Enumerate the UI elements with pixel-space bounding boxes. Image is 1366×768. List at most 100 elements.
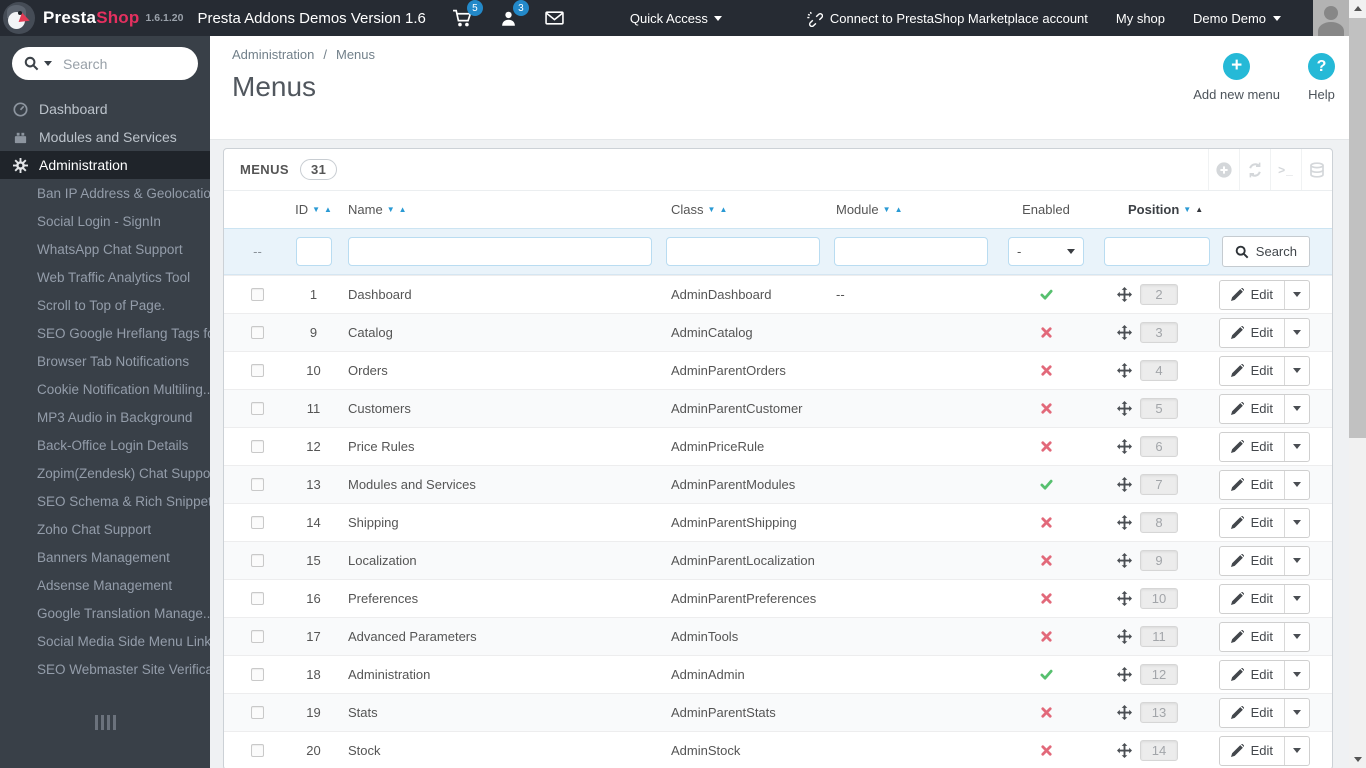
sidebar-subitem[interactable]: SEO Schema & Rich Snippet [0,487,210,515]
row-checkbox[interactable] [251,516,264,529]
sidebar-item-modules[interactable]: Modules and Services [0,123,210,151]
sidebar-subitem[interactable]: Zoho Chat Support [0,515,210,543]
marketplace-link[interactable]: Connect to PrestaShop Marketplace accoun… [806,10,1088,27]
help-button[interactable]: Help [1308,53,1335,102]
sort-asc-icon[interactable] [719,206,727,214]
enabled-toggle-icon[interactable] [1039,668,1053,681]
edit-button[interactable]: Edit [1218,621,1310,652]
enabled-toggle-icon[interactable] [1040,516,1053,529]
user-menu[interactable]: Demo Demo [1193,11,1281,26]
sidebar-subitem[interactable]: Social Login - SignIn [0,207,210,235]
sidebar-subitem[interactable]: Back-Office Login Details [0,431,210,459]
sidebar-subitem[interactable]: Zopim(Zendesk) Chat Support [0,459,210,487]
column-header-name[interactable]: Name [336,202,661,217]
edit-dropdown-toggle[interactable] [1284,280,1309,309]
sidebar-subitem[interactable]: MP3 Audio in Background [0,403,210,431]
scroll-down-arrow[interactable] [1349,751,1366,768]
edit-dropdown-toggle[interactable] [1284,356,1309,385]
enabled-toggle-icon[interactable] [1040,440,1053,453]
edit-dropdown-toggle[interactable] [1284,660,1309,689]
move-handle-icon[interactable] [1117,743,1132,758]
edit-dropdown-toggle[interactable] [1284,546,1309,575]
enabled-toggle-icon[interactable] [1040,402,1053,415]
column-header-class[interactable]: Class [661,202,826,217]
my-shop-link[interactable]: My shop [1116,11,1165,26]
sidebar-subitem[interactable]: SEO Google Hreflang Tags fo... [0,319,210,347]
edit-button[interactable]: Edit [1218,583,1310,614]
customers-notification-icon[interactable]: 3 [498,0,529,28]
edit-dropdown-toggle[interactable] [1284,736,1309,765]
quick-access-menu[interactable]: Quick Access [630,11,722,26]
sidebar-subitem[interactable]: Ban IP Address & Geolocatio... [0,179,210,207]
edit-dropdown-toggle[interactable] [1284,470,1309,499]
enabled-toggle-icon[interactable] [1040,630,1053,643]
scrollbar-thumb[interactable] [1349,18,1366,438]
edit-button[interactable]: Edit [1218,355,1310,386]
panel-terminal-icon[interactable]: >_ [1270,149,1301,190]
filter-class-input[interactable] [666,237,820,266]
edit-dropdown-toggle[interactable] [1284,698,1309,727]
enabled-toggle-icon[interactable] [1039,288,1053,301]
sort-desc-icon[interactable] [883,206,891,214]
move-handle-icon[interactable] [1117,705,1132,720]
move-handle-icon[interactable] [1117,439,1132,454]
edit-button[interactable]: Edit [1218,469,1310,500]
sort-desc-icon[interactable] [387,206,395,214]
enabled-toggle-icon[interactable] [1040,554,1053,567]
move-handle-icon[interactable] [1117,591,1132,606]
panel-refresh-icon[interactable] [1239,149,1270,190]
edit-button[interactable]: Edit [1218,507,1310,538]
sidebar-search[interactable] [12,47,198,80]
edit-dropdown-toggle[interactable] [1284,432,1309,461]
sidebar-subitem[interactable]: Adsense Management [0,571,210,599]
messages-icon[interactable] [544,8,566,28]
edit-button[interactable]: Edit [1218,545,1310,576]
search-input[interactable] [61,54,161,73]
edit-dropdown-toggle[interactable] [1284,584,1309,613]
edit-button[interactable]: Edit [1218,697,1310,728]
sidebar-subitem[interactable]: Google Translation Manage... [0,599,210,627]
row-checkbox[interactable] [251,288,264,301]
sidebar-item-dashboard[interactable]: Dashboard [0,95,210,123]
row-checkbox[interactable] [251,440,264,453]
edit-button[interactable]: Edit [1218,735,1310,766]
scroll-up-arrow[interactable] [1349,0,1366,17]
sort-desc-icon[interactable] [312,206,320,214]
sort-desc-icon[interactable] [1183,206,1191,214]
avatar[interactable] [1313,0,1349,36]
cart-icon[interactable]: 5 [452,0,483,28]
column-header-position[interactable]: Position [1101,202,1216,217]
edit-button[interactable]: Edit [1218,659,1310,690]
edit-dropdown-toggle[interactable] [1284,318,1309,347]
row-checkbox[interactable] [251,744,264,757]
filter-name-input[interactable] [348,237,652,266]
move-handle-icon[interactable] [1117,363,1132,378]
breadcrumb-parent[interactable]: Administration [232,47,314,62]
edit-dropdown-toggle[interactable] [1284,622,1309,651]
sidebar-subitem[interactable]: SEO Webmaster Site Verifica... [0,655,210,683]
add-new-menu-button[interactable]: Add new menu [1193,53,1280,102]
sort-asc-icon[interactable] [324,206,332,214]
edit-dropdown-toggle[interactable] [1284,394,1309,423]
move-handle-icon[interactable] [1117,287,1132,302]
page-scrollbar[interactable] [1349,0,1366,768]
enabled-toggle-icon[interactable] [1040,592,1053,605]
sidebar-subitem[interactable]: Social Media Side Menu Links [0,627,210,655]
enabled-toggle-icon[interactable] [1040,364,1053,377]
enabled-toggle-icon[interactable] [1040,744,1053,757]
row-checkbox[interactable] [251,554,264,567]
filter-module-input[interactable] [834,237,988,266]
row-checkbox[interactable] [251,668,264,681]
sidebar-collapse-grip[interactable] [0,715,210,730]
row-checkbox[interactable] [251,706,264,719]
panel-database-icon[interactable] [1301,149,1332,190]
edit-button[interactable]: Edit [1218,431,1310,462]
sidebar-subitem[interactable]: Scroll to Top of Page. [0,291,210,319]
sort-asc-icon[interactable] [1195,206,1203,214]
sort-asc-icon[interactable] [399,206,407,214]
sidebar-subitem[interactable]: Browser Tab Notifications [0,347,210,375]
column-header-module[interactable]: Module [826,202,991,217]
move-handle-icon[interactable] [1117,515,1132,530]
enabled-toggle-icon[interactable] [1039,478,1053,491]
move-handle-icon[interactable] [1117,553,1132,568]
